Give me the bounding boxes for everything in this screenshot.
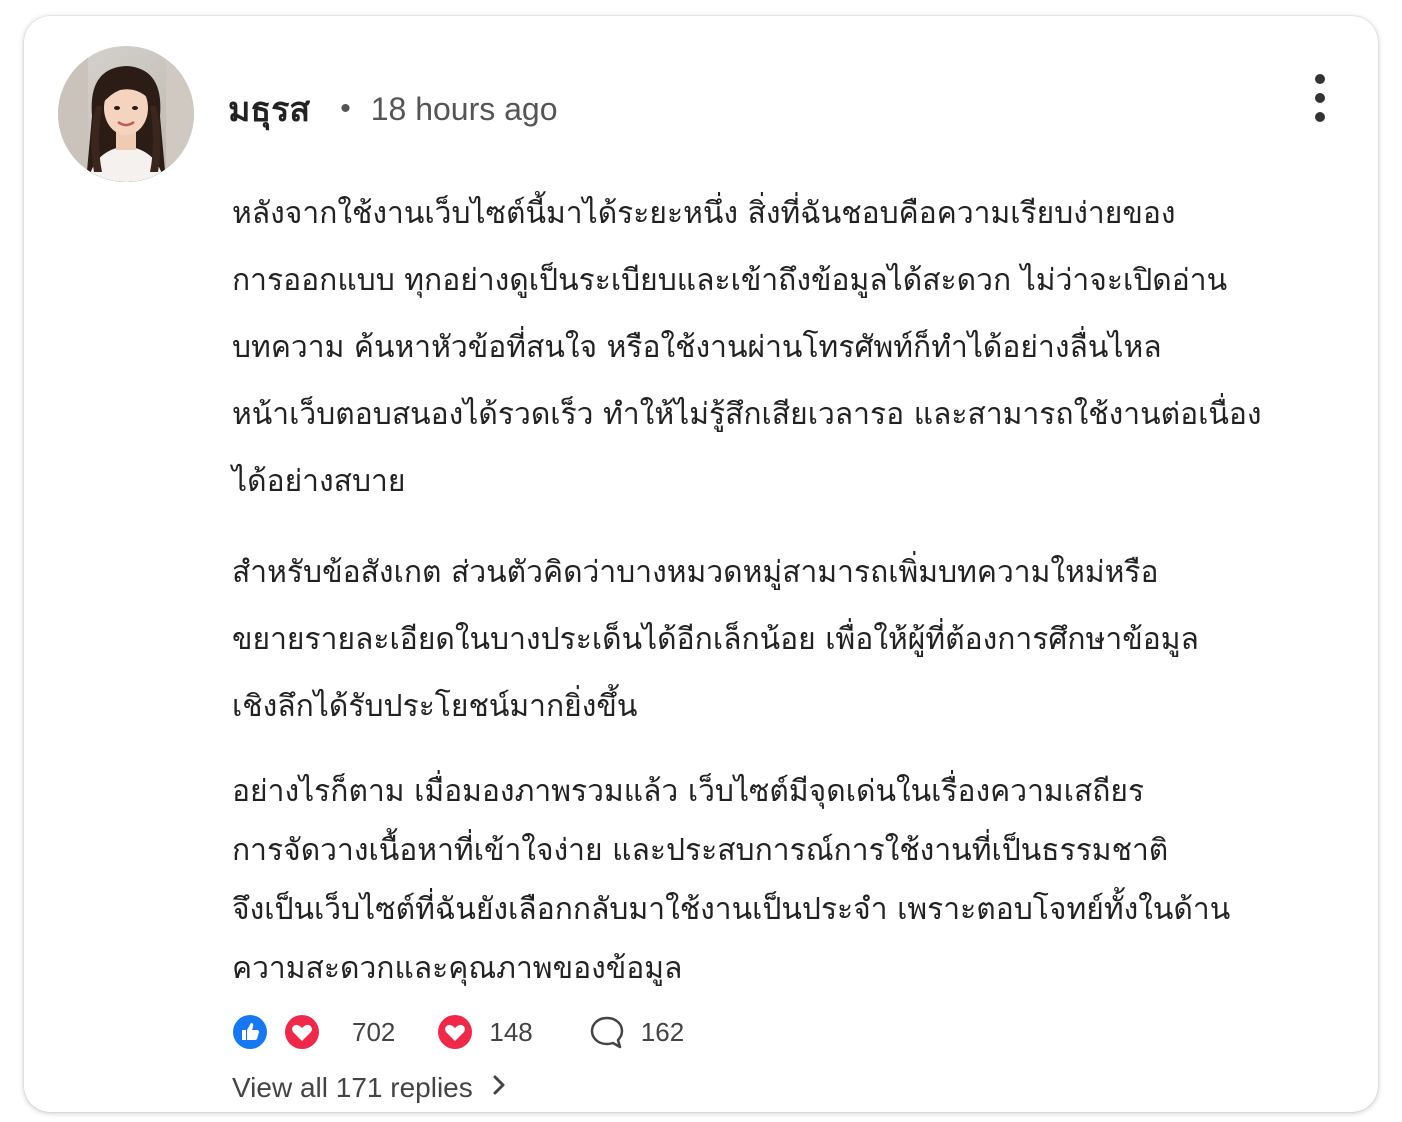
view-replies-link[interactable]: View all 171 replies [232, 1068, 507, 1108]
love-count[interactable]: 148 [489, 1017, 532, 1048]
thumbs-up-icon[interactable] [232, 1014, 268, 1050]
more-vertical-icon [1315, 74, 1325, 84]
view-replies-label: View all 171 replies [232, 1072, 473, 1103]
comment-paragraph: อย่างไรก็ตาม เมื่อมองภาพรวมแล้ว เว็บไซต์… [232, 774, 1231, 986]
chevron-right-icon [491, 1072, 507, 1104]
comment-header: มธุรส • 18 hours ago [228, 84, 558, 134]
comment-body: หลังจากใช้งานเว็บไซต์นี้มาได้ระยะหนึ่ง ส… [232, 180, 1292, 998]
reaction-count[interactable]: 702 [352, 1017, 395, 1048]
separator-dot: • [340, 92, 351, 125]
more-options-button[interactable] [1300, 74, 1340, 122]
comment-bubble-icon[interactable] [589, 1014, 625, 1050]
timestamp[interactable]: 18 hours ago [371, 91, 558, 128]
comment-paragraph: หลังจากใช้งานเว็บไซต์นี้มาได้ระยะหนึ่ง ส… [232, 196, 1262, 499]
comment-paragraph: สำหรับข้อสังเกต ส่วนตัวคิดว่าบางหมวดหมู่… [232, 555, 1199, 724]
comment-count[interactable]: 162 [641, 1017, 684, 1048]
avatar[interactable] [58, 46, 194, 182]
reaction-bar: 702 148 162 [232, 1012, 684, 1052]
heart-icon[interactable] [437, 1014, 473, 1050]
heart-icon[interactable] [284, 1014, 320, 1050]
author-name[interactable]: มธุรส [228, 82, 310, 136]
